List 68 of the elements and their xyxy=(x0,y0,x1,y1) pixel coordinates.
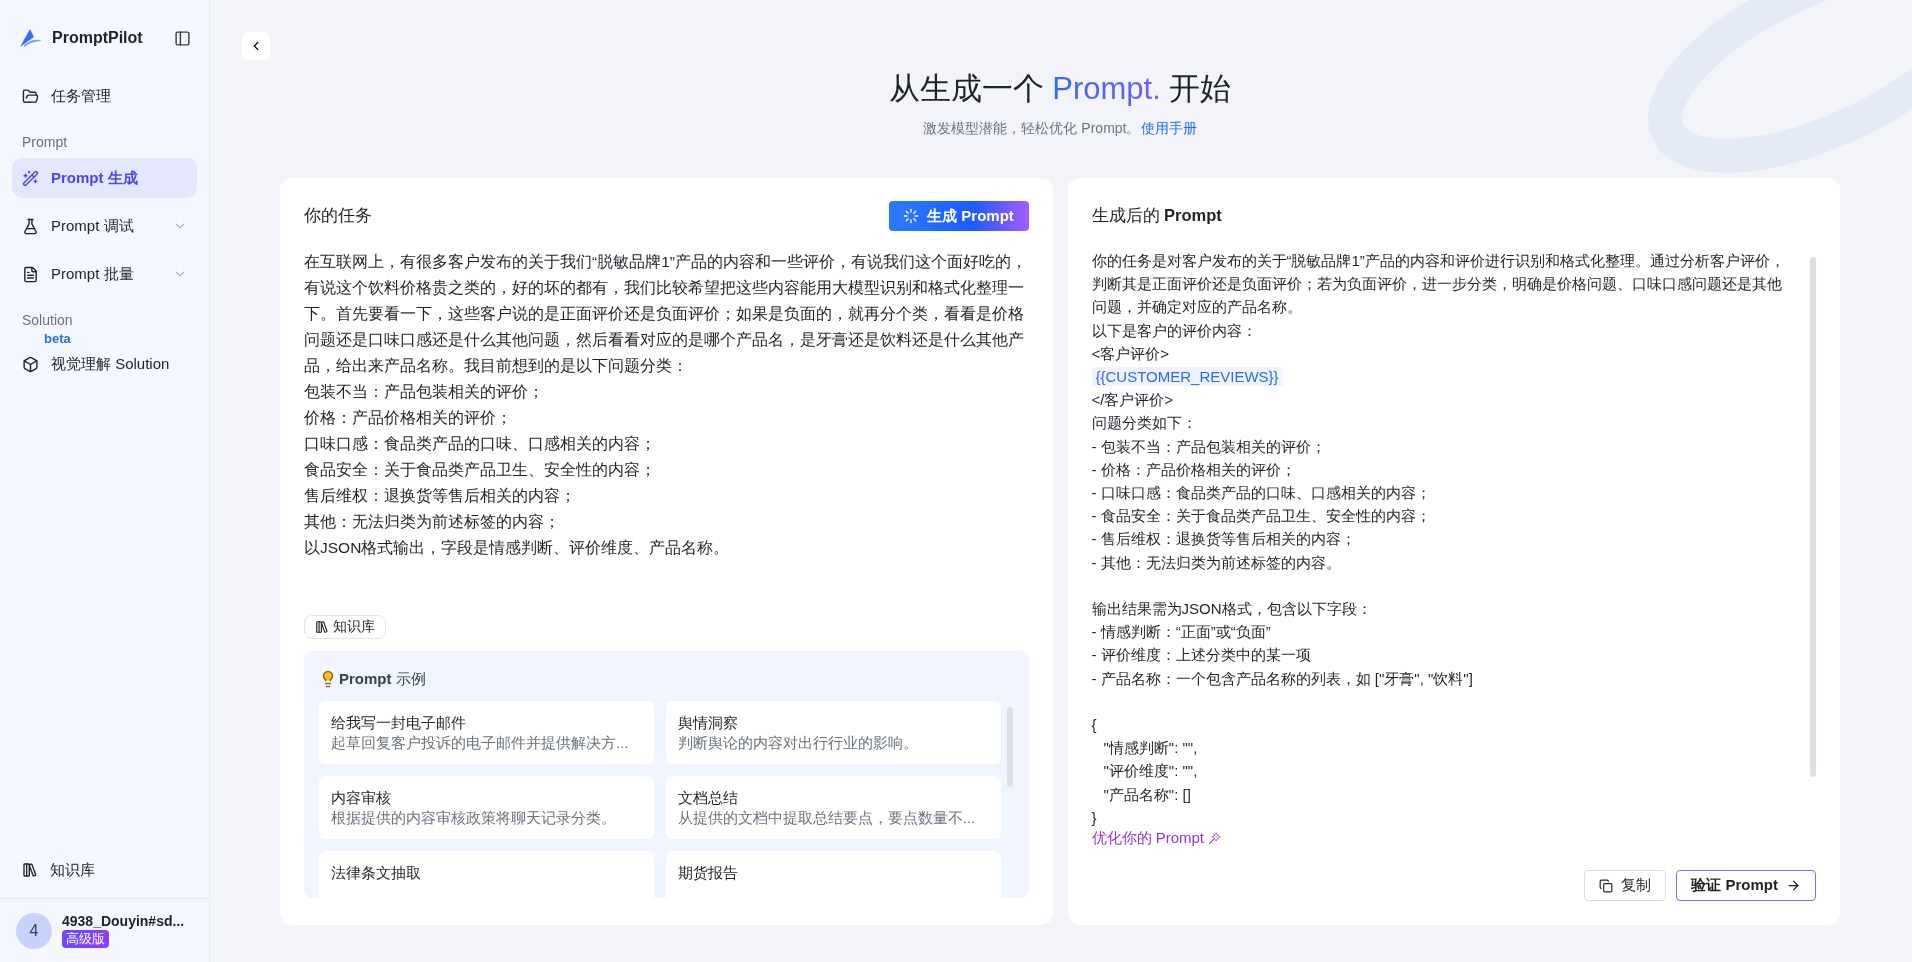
example-card[interactable]: 内容审核 根据提供的内容审核政策将聊天记录分类。 xyxy=(319,776,654,839)
verify-button[interactable]: 验证 Prompt xyxy=(1676,870,1816,901)
prompt-line: - 口味口感：食品类产品的口味、口感相关的内容； xyxy=(1091,483,1432,504)
task-input[interactable]: 在互联网上，有很多客户发布的关于我们“脱敏品牌1”产品的内容和一些评价，有说我们这个面好吃的，有说这个饮料价格贵之类的，好的坏的都有，我们比较希望把这些内容能用大模型识别和格式化整理一下。首先要看一下，这些客户说的是正面评价还是负面评价；如果是负面的，就再分个类，看看是价格问题还是口味口感还是什么其他问题，然后看看对应的是哪个产品名，是牙膏还是饮料还是什么其他产品，给出来产品名称。我目前想到的是以下问题分类： 包装不当：产品包装相关的评价； 价格：产品价格相关的评价； 口味口感：食品类产品的口味、口感相关的内容； 食品安全：关于食品类产品卫生、安全性的内容； 售后维权：退换货等售后相关的内容； 其他：无法归类为前述标签的内容； 以JSON格式输出，字段是情感判断、评价维度、产品名称。 xyxy=(304,249,1037,589)
sidebar-toggle-icon[interactable] xyxy=(174,29,191,47)
example-card[interactable]: 文档总结 从提供的文档中提取总结要点，要点数量不... xyxy=(665,776,1001,839)
example-card[interactable]: 法律条文抽取 xyxy=(319,851,654,898)
nav-icon xyxy=(22,265,39,283)
manual-link[interactable]: 使用手册 xyxy=(1140,120,1197,136)
nav-icon xyxy=(22,355,39,373)
app-name: PromptPilot xyxy=(52,29,144,47)
avatar[interactable]: 4 xyxy=(16,912,52,949)
prompt-line: "评价维度": "", xyxy=(1102,761,1199,782)
examples-title: Prompt 示例 xyxy=(339,669,426,689)
prompt-line: - 包装不当：产品包装相关的评价； xyxy=(1091,436,1327,457)
example-card[interactable]: 舆情洞察 判断舆论的内容对出行行业的影响。 xyxy=(665,701,1001,764)
prompt-line: 以下是客户的评价内容： xyxy=(1091,320,1258,341)
copy-icon xyxy=(1599,878,1614,893)
prompt-line: 你的任务是对客户发布的关于“脱敏品牌1”产品的内容和评价进行识别和格式化整理。通过分析客户评价，判断其是正面评价还是负面评价；若为负面评价，进一步分类，明确是价格问题、口味口感问题还是其他问题，并确定对应的产品名称。 xyxy=(1091,251,1786,318)
scrollbar[interactable] xyxy=(1006,707,1013,787)
beta-label: beta xyxy=(44,332,71,345)
nav-item[interactable]: Prompt 批量 xyxy=(12,254,197,294)
section-heading: Solution xyxy=(21,311,74,330)
nav-item[interactable]: 视觉理解 Solution xyxy=(12,344,197,384)
scrollbar[interactable] xyxy=(1810,257,1816,777)
prompt-line: 输出结果需为JSON格式，包含以下字段： xyxy=(1091,599,1373,620)
library-icon xyxy=(22,862,38,878)
copy-button[interactable]: 复制 xyxy=(1584,870,1667,901)
card-title: 生成后的 Prompt xyxy=(1091,205,1222,226)
nav-item[interactable]: Prompt 生成 xyxy=(12,158,197,198)
example-card[interactable]: 给我写一封电子邮件 起草回复客户投诉的电子邮件并提供解决方... xyxy=(319,701,654,764)
plan-badge: 高级版 xyxy=(62,930,109,948)
back-button[interactable] xyxy=(242,32,270,60)
example-card[interactable]: 期货报告 xyxy=(665,851,1001,898)
optimize-link[interactable]: 优化你的 Prompt xyxy=(1091,829,1221,848)
nav-icon xyxy=(22,169,39,187)
prompt-line: "产品名称": [] xyxy=(1102,784,1192,805)
prompt-line: { xyxy=(1091,715,1098,736)
prompt-line: - 售后维权：退换货等售后相关的内容； xyxy=(1091,529,1357,550)
nav-item[interactable]: Prompt 调试 xyxy=(12,206,197,246)
generate-button[interactable]: 生成 Prompt xyxy=(888,201,1029,231)
prompt-line: - 价格：产品价格相关的评价； xyxy=(1091,459,1297,480)
knowledge-chip[interactable]: 知识库 xyxy=(304,615,386,639)
nav-item[interactable]: 知识库 xyxy=(12,850,197,890)
user-name: 4938_Douyin#sd... xyxy=(62,913,185,929)
page-title: 从生成一个 Prompt. 开始 xyxy=(888,70,1232,108)
wand-icon xyxy=(1208,832,1221,845)
prompt-line: 问题分类如下： xyxy=(1091,413,1198,434)
prompt-line: - 其他：无法归类为前述标签的内容。 xyxy=(1091,552,1342,573)
prompt-line: - 评价维度：上述分类中的某一项 xyxy=(1091,645,1312,666)
prompt-line: - 情感判断：“正面”或“负面” xyxy=(1091,622,1272,643)
prompt-line: - 食品安全：关于食品类产品卫生、安全性的内容； xyxy=(1091,506,1432,527)
sparkle-icon xyxy=(903,208,920,224)
nav-item[interactable]: 任务管理 xyxy=(12,76,197,116)
prompt-line: } xyxy=(1091,807,1098,828)
nav-icon xyxy=(22,87,39,105)
library-icon xyxy=(315,620,329,634)
section-heading: Prompt xyxy=(21,133,69,152)
prompt-line: </客户评价> xyxy=(1091,390,1175,411)
variable-tag: {{CUSTOMER_REVIEWS}} xyxy=(1091,367,1283,386)
card-title: 你的任务 xyxy=(304,205,372,226)
logo-icon xyxy=(18,27,44,49)
prompt-line: "情感判断": "", xyxy=(1102,738,1199,759)
subtitle: 激发模型潜能，轻松优化 Prompt。使用手册 xyxy=(923,120,1197,138)
arrow-right-icon xyxy=(1786,878,1801,893)
prompt-line: - 产品名称：一个包含产品名称的列表，如 ["牙膏", "饮料"] xyxy=(1091,668,1474,689)
nav-icon xyxy=(22,217,39,235)
prompt-line: <客户评价> xyxy=(1091,343,1171,364)
